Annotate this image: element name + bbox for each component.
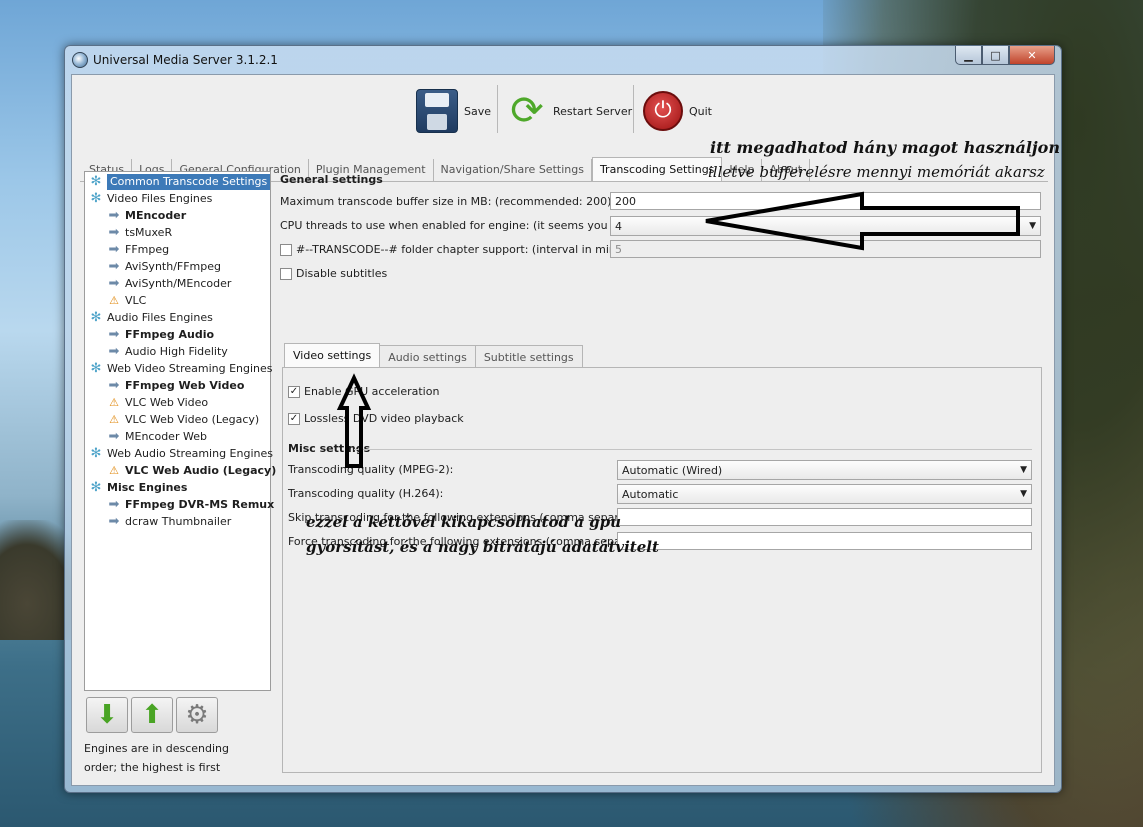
annotation-arrow-left <box>705 191 1020 251</box>
annotation-top-line2: illetve bufferelésre mennyi memóriát aka… <box>708 163 1045 181</box>
annotation-overlay <box>336 191 1020 468</box>
annotation-top-line1: itt megadhatod hány magot használjon <box>710 138 1060 157</box>
annotation-bottom-line1: ezzel a kettővel kikapcsolhatod a gpu <box>306 513 622 531</box>
annotation-bottom-line2: gyorsítást, és a nagy bitrátájú adatátvi… <box>306 538 659 556</box>
annotation-arrow-up <box>336 373 372 468</box>
